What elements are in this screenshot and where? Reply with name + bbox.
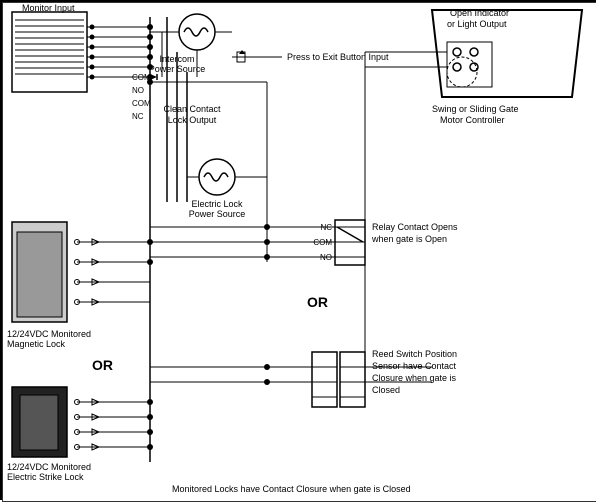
svg-text:Relay Contact Opens: Relay Contact Opens — [372, 222, 458, 232]
svg-text:12/24VDC Monitored: 12/24VDC Monitored — [7, 462, 91, 472]
svg-text:Monitored Locks have Contact C: Monitored Locks have Contact Closure whe… — [172, 484, 411, 494]
svg-text:Lock Output: Lock Output — [168, 115, 217, 125]
svg-text:Magnetic Lock: Magnetic Lock — [7, 339, 66, 349]
svg-text:Electric Strike Lock: Electric Strike Lock — [7, 472, 84, 482]
svg-text:Press to Exit Button Input: Press to Exit Button Input — [287, 52, 389, 62]
svg-text:OR: OR — [92, 357, 113, 373]
svg-text:Motor Controller: Motor Controller — [440, 115, 505, 125]
svg-text:when gate is Open: when gate is Open — [371, 234, 447, 244]
wiring-diagram: Monitor Input Intercom Power Source — [0, 0, 596, 500]
svg-text:12/24VDC Monitored: 12/24VDC Monitored — [7, 329, 91, 339]
svg-text:Monitor Input: Monitor Input — [22, 3, 75, 13]
svg-text:NC: NC — [132, 112, 144, 121]
svg-text:Sensor have Contact: Sensor have Contact — [372, 361, 457, 371]
svg-text:OR: OR — [307, 294, 328, 310]
svg-text:Electric Lock: Electric Lock — [191, 199, 243, 209]
svg-text:Clean Contact: Clean Contact — [163, 104, 221, 114]
svg-text:Swing or Sliding Gate: Swing or Sliding Gate — [432, 104, 519, 114]
svg-text:Closed: Closed — [372, 385, 400, 395]
svg-text:COM: COM — [132, 99, 151, 108]
svg-text:Reed Switch Position: Reed Switch Position — [372, 349, 457, 359]
svg-text:Open Indicator: Open Indicator — [450, 8, 509, 18]
svg-text:NO: NO — [132, 86, 144, 95]
svg-text:Power Source: Power Source — [189, 209, 246, 219]
svg-text:or Light Output: or Light Output — [447, 19, 507, 29]
